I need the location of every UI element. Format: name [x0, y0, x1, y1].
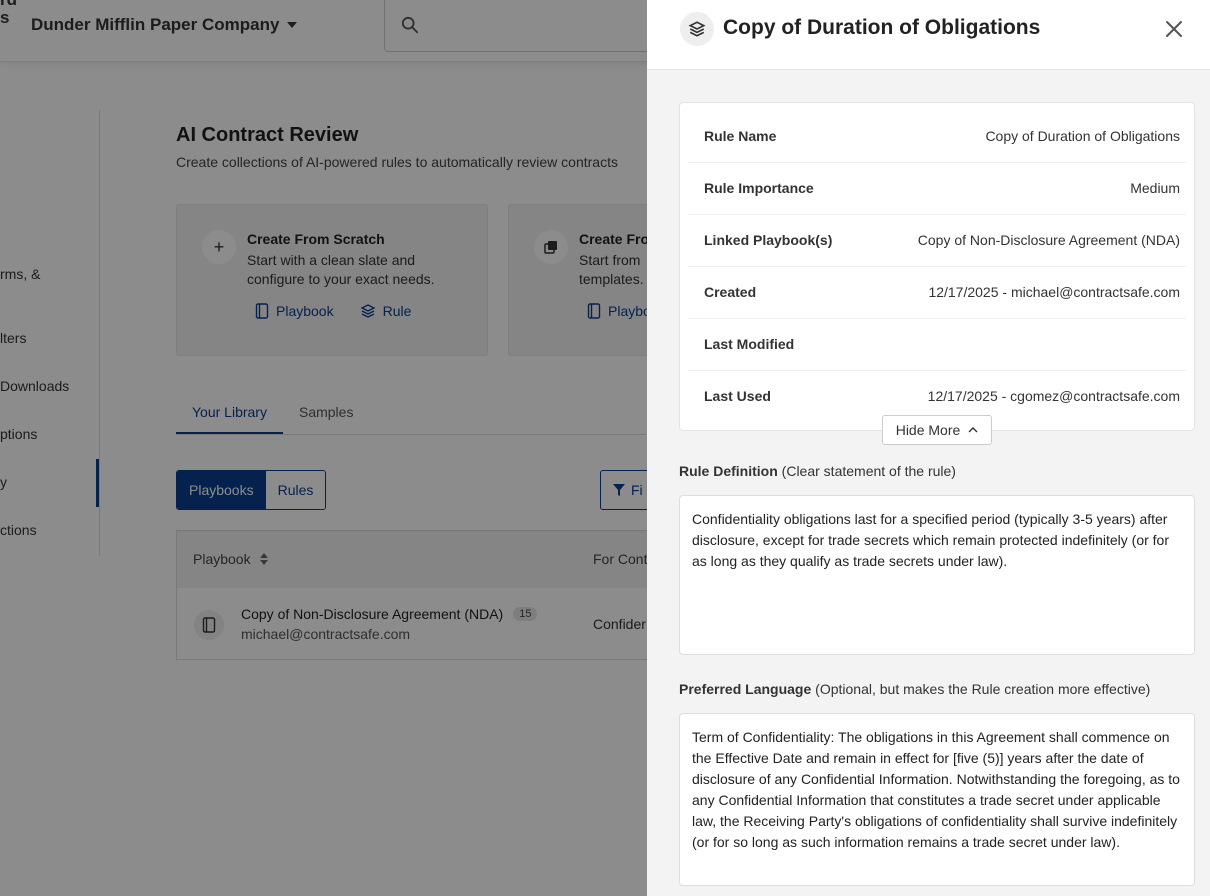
detail-value: Copy of Duration of Obligations	[985, 128, 1180, 144]
detail-row-last-modified: Last Modified	[688, 319, 1186, 371]
detail-value: 12/17/2025 - michael@contractsafe.com	[928, 284, 1180, 300]
rule-details-panel: Rule Name Copy of Duration of Obligation…	[679, 102, 1195, 431]
rule-definition-textarea[interactable]: Confidentiality obligations last for a s…	[679, 495, 1195, 655]
drawer-header: Copy of Duration of Obligations	[647, 0, 1210, 70]
detail-value: Medium	[1130, 180, 1180, 196]
detail-value: 12/17/2025 - cgomez@contractsafe.com	[927, 388, 1180, 404]
preferred-language-label: Preferred Language (Optional, but makes …	[679, 681, 1150, 697]
preferred-language-textarea[interactable]: Term of Confidentiality: The obligations…	[679, 713, 1195, 886]
rule-details-drawer: Copy of Duration of Obligations Rule Nam…	[647, 0, 1210, 896]
drawer-title: Copy of Duration of Obligations	[723, 16, 1041, 39]
detail-row-linked-playbooks: Linked Playbook(s) Copy of Non-Disclosur…	[688, 215, 1186, 267]
layers-icon	[680, 12, 714, 46]
preferred-language-hint: (Optional, but makes the Rule creation m…	[811, 681, 1151, 697]
detail-key: Rule Importance	[704, 180, 814, 196]
rule-definition-hint: (Clear statement of the rule)	[777, 463, 956, 479]
detail-row-created: Created 12/17/2025 - michael@contractsaf…	[688, 267, 1186, 319]
detail-key: Linked Playbook(s)	[704, 232, 833, 248]
detail-row-rule-importance: Rule Importance Medium	[688, 163, 1186, 215]
detail-key: Rule Name	[704, 128, 777, 144]
hide-more-label: Hide More	[895, 422, 961, 438]
detail-key: Last Modified	[704, 336, 795, 352]
hide-more-button[interactable]: Hide More	[882, 415, 992, 445]
chevron-up-icon	[968, 427, 978, 433]
rule-definition-label: Rule Definition (Clear statement of the …	[679, 463, 956, 479]
detail-key: Created	[704, 284, 757, 300]
detail-row-rule-name: Rule Name Copy of Duration of Obligation…	[688, 111, 1186, 163]
detail-key: Last Used	[704, 388, 771, 404]
rule-definition-title: Rule Definition	[679, 463, 778, 479]
preferred-language-title: Preferred Language	[679, 681, 812, 697]
close-icon[interactable]	[1164, 19, 1184, 39]
detail-value: Copy of Non-Disclosure Agreement (NDA)	[917, 232, 1180, 248]
